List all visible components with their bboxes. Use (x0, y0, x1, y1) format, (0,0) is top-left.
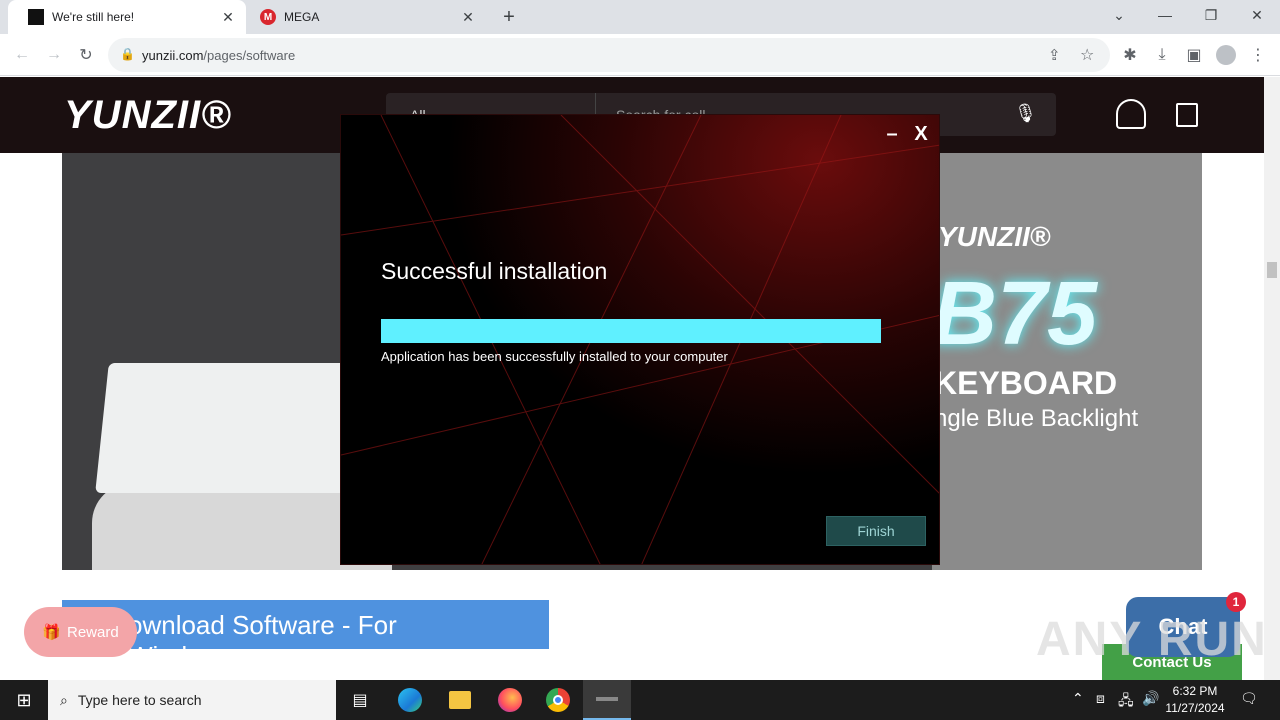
address-bar[interactable]: 🔒 yunzii.com/pages/software ⇪ ☆ (108, 38, 1110, 72)
installer-title: Successful installation (381, 258, 608, 284)
taskbar-clock[interactable]: 6:32 PM 11/27/2024 (1160, 683, 1230, 717)
bookmark-star-icon[interactable]: ☆ (1080, 45, 1094, 65)
taskbar-search-box[interactable]: ⌕ Type here to search (48, 680, 336, 720)
site-logo[interactable]: YUNZII® (64, 93, 232, 138)
tab-title: We're still here! (52, 10, 135, 24)
notification-icon[interactable]: 🗨 (1240, 690, 1258, 707)
page-scrollbar[interactable] (1264, 77, 1280, 680)
forward-icon[interactable]: → (40, 41, 68, 69)
side-panel-icon[interactable]: ▣ (1180, 41, 1208, 69)
new-tab-button[interactable]: + (498, 6, 520, 28)
installer-close-button[interactable]: X (909, 123, 933, 145)
network-icon[interactable]: 🖧 (1118, 690, 1134, 714)
profile-avatar-icon[interactable] (1212, 41, 1240, 69)
reward-label: Reward (67, 623, 119, 641)
minimize-window-button[interactable]: — (1142, 0, 1188, 30)
search-icon: ⌕ (60, 691, 68, 708)
installer-taskbar-icon[interactable] (583, 680, 631, 720)
file-explorer-icon[interactable] (436, 680, 484, 720)
task-view-icon[interactable]: ▤ (336, 680, 384, 720)
tray-device-icon[interactable]: ⧈ (1096, 690, 1105, 707)
taskbar-search-placeholder: Type here to search (77, 692, 202, 708)
installer-minimize-button[interactable]: – (881, 123, 903, 145)
account-icon[interactable] (1116, 99, 1146, 129)
tab-close-icon[interactable]: ✕ (218, 7, 238, 27)
site-favicon-icon (28, 9, 44, 25)
browser-toolbar: ← → ↻ 🔒 yunzii.com/pages/software ⇪ ☆ ✱ … (0, 34, 1280, 76)
keyboard-image (95, 363, 359, 493)
edge-icon[interactable] (386, 680, 434, 720)
windows-taskbar: ⊞ ⌕ Type here to search ▤ ⌃ ⧈ 🖧 🔊 6:32 PM… (0, 680, 1280, 720)
back-icon[interactable]: ← (8, 41, 36, 69)
banner-backlight-text: ngle Blue Backlight (934, 405, 1139, 432)
progress-fill (381, 319, 881, 343)
installer-progress-bar (381, 319, 881, 343)
installer-dialog: – X Successful installation Application … (340, 114, 940, 565)
tray-chevron-icon[interactable]: ⌃ (1072, 690, 1084, 707)
tab-mega[interactable]: M MEGA ✕ (250, 0, 486, 34)
tab-title: MEGA (284, 10, 320, 24)
clock-time: 6:32 PM (1172, 684, 1218, 698)
gift-icon: 🎁 (42, 624, 61, 641)
firefox-icon[interactable] (486, 680, 534, 720)
lock-icon: 🔒 (120, 47, 135, 61)
mega-favicon-icon: M (260, 9, 276, 25)
banner-model: B75 (932, 264, 1098, 364)
microphone-icon[interactable]: 🎙 (1014, 103, 1037, 124)
extensions-icon[interactable]: ✱ (1116, 41, 1144, 69)
watermark: ANY RUN (1036, 613, 1268, 666)
tab-strip: We're still here! ✕ M MEGA ✕ + ⌄ — ❐ ✕ (0, 0, 1280, 34)
chrome-icon[interactable] (534, 680, 582, 720)
clock-date: 11/27/2024 (1165, 701, 1225, 715)
download-icon[interactable]: ⤓ (1148, 41, 1176, 69)
scrollbar-thumb[interactable] (1267, 262, 1277, 278)
menu-icon[interactable]: ⋮ (1244, 41, 1272, 69)
tab-search-icon[interactable]: ⌄ (1096, 0, 1142, 30)
chat-notification-badge: 1 (1226, 592, 1246, 612)
finish-button[interactable]: Finish (826, 516, 926, 546)
start-button[interactable]: ⊞ (0, 680, 48, 720)
installer-message: Application has been successfully instal… (381, 349, 728, 364)
restore-window-button[interactable]: ❐ (1188, 0, 1234, 30)
close-window-button[interactable]: ✕ (1234, 0, 1280, 30)
banner-brand: YUNZII® (938, 221, 1051, 252)
share-icon[interactable]: ⇪ (1048, 46, 1061, 64)
tab-active[interactable]: We're still here! ✕ (8, 0, 246, 34)
url-path: /pages/software (203, 48, 296, 63)
tab-close-icon[interactable]: ✕ (458, 7, 478, 27)
reload-icon[interactable]: ↻ (72, 41, 100, 69)
volume-icon[interactable]: 🔊 (1142, 690, 1159, 707)
reward-button[interactable]: 🎁 Reward (24, 607, 137, 657)
cart-icon[interactable] (1176, 103, 1198, 127)
banner-keyboard-label: KEYBOARD (934, 365, 1118, 401)
url-host: yunzii.com (142, 48, 204, 63)
